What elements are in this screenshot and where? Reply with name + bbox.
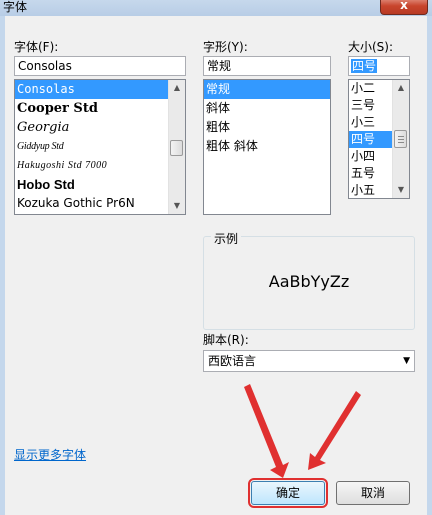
scroll-thumb[interactable] <box>394 130 407 148</box>
title-bar: 字体 x <box>0 0 432 16</box>
font-list[interactable]: Consolas Cooper Std Georgia Giddyup Std … <box>14 79 186 215</box>
style-item[interactable]: 斜体 <box>204 99 330 118</box>
style-item[interactable]: 粗体 斜体 <box>204 137 330 156</box>
window-frame-right <box>427 16 432 515</box>
style-item[interactable]: 常规 <box>204 80 330 99</box>
font-item[interactable]: Cooper Std <box>15 99 185 118</box>
ok-button[interactable]: 确定 <box>248 478 328 508</box>
script-label: 脚本(R): <box>203 333 249 347</box>
font-name-input[interactable]: Consolas <box>14 56 186 76</box>
scroll-thumb[interactable] <box>170 140 183 156</box>
font-size-input[interactable]: 四号 <box>348 56 410 76</box>
style-label: 字形(Y): <box>203 40 248 54</box>
font-item[interactable]: Hakugoshi Std 7000 <box>15 156 185 175</box>
script-select[interactable]: 西欧语言 ▼ <box>203 350 415 372</box>
font-item[interactable]: Consolas <box>15 80 185 99</box>
font-style-list[interactable]: 常规 斜体 粗体 粗体 斜体 <box>203 79 331 215</box>
scroll-up-icon[interactable]: ▲ <box>393 80 409 96</box>
scroll-down-icon[interactable]: ▼ <box>393 182 409 198</box>
font-item[interactable]: Giddyup Std <box>15 137 185 156</box>
font-item[interactable]: Hobo Std <box>15 175 185 194</box>
font-size-value: 四号 <box>351 59 378 73</box>
font-item[interactable]: Georgia <box>15 118 185 137</box>
window-title: 字体 <box>3 0 28 14</box>
chevron-down-icon[interactable]: ▼ <box>403 351 410 371</box>
cancel-button[interactable]: 取消 <box>336 481 410 505</box>
size-list-scrollbar[interactable]: ▲ ▼ <box>392 80 409 198</box>
sample-preview-text: AaBbYyZz <box>268 272 350 291</box>
font-label: 字体(F): <box>14 40 59 54</box>
font-style-input[interactable]: 常规 <box>203 56 331 76</box>
size-label: 大小(S): <box>348 40 394 54</box>
dialog-content: 字体(F): Consolas Consolas Cooper Std Geor… <box>5 16 427 515</box>
font-list-scrollbar[interactable]: ▲ ▼ <box>168 80 185 214</box>
font-size-list[interactable]: 小二 三号 小三 四号 小四 五号 小五 ▲ ▼ <box>348 79 410 199</box>
show-more-fonts-link[interactable]: 显示更多字体 <box>14 446 86 463</box>
script-select-value: 西欧语言 <box>208 354 257 368</box>
style-item[interactable]: 粗体 <box>204 118 330 137</box>
sample-label: 示例 <box>211 230 242 247</box>
scroll-up-icon[interactable]: ▲ <box>169 80 185 96</box>
scroll-down-icon[interactable]: ▼ <box>169 198 185 214</box>
font-item[interactable]: Kozuka Gothic Pr6N <box>15 194 185 213</box>
close-button[interactable]: x <box>380 0 428 15</box>
